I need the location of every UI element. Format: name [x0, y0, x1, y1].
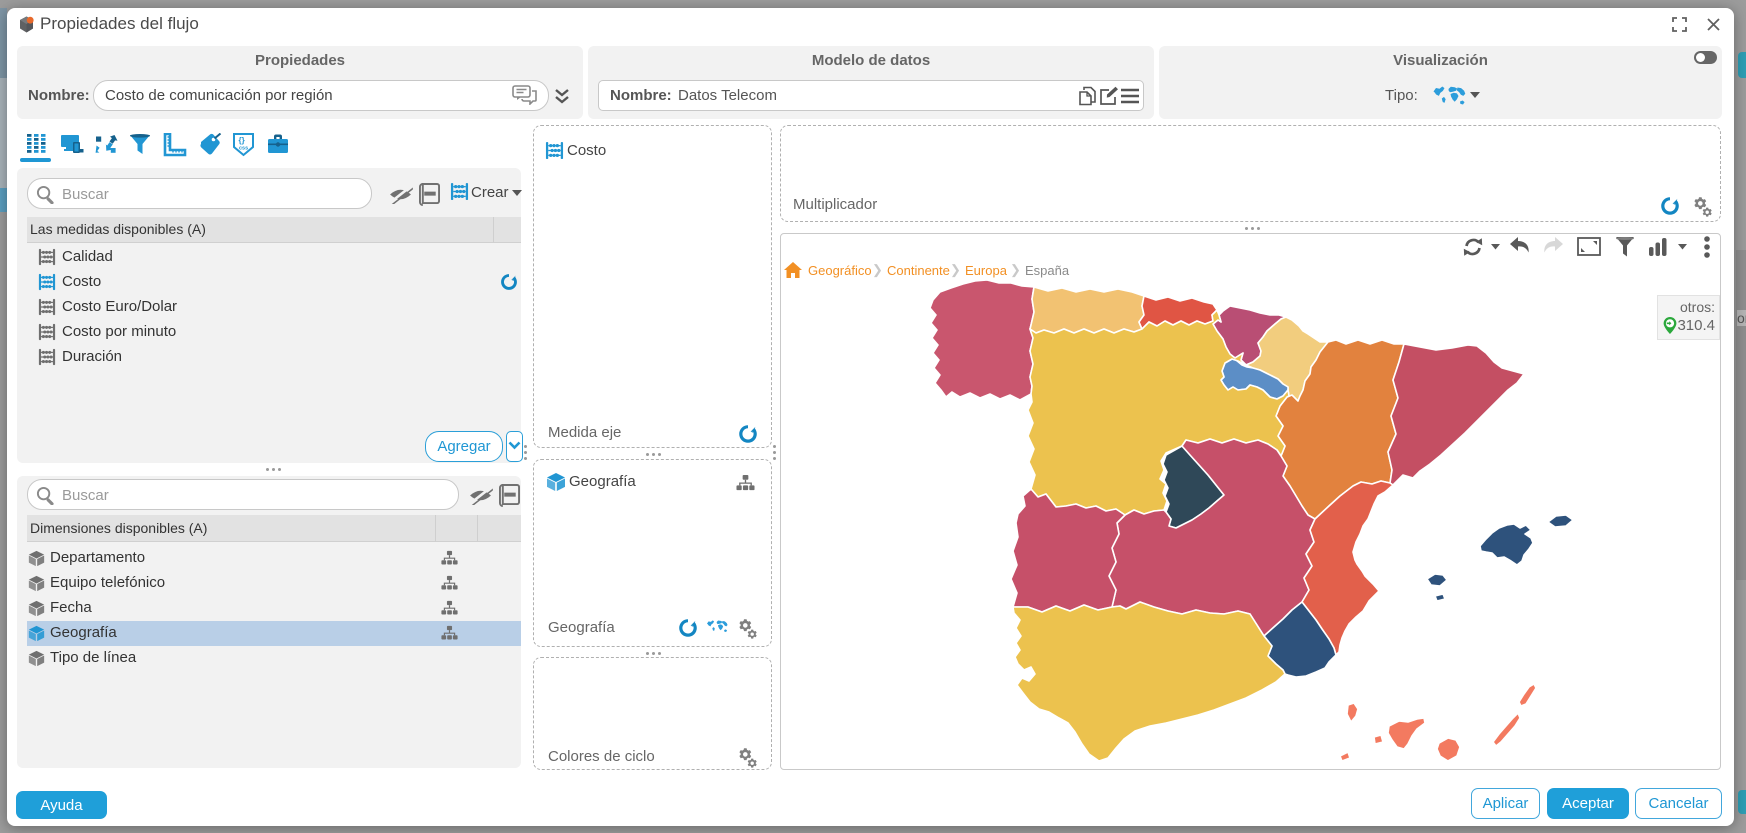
- svg-text:{}: {}: [239, 136, 245, 145]
- svg-text:css: css: [239, 146, 248, 152]
